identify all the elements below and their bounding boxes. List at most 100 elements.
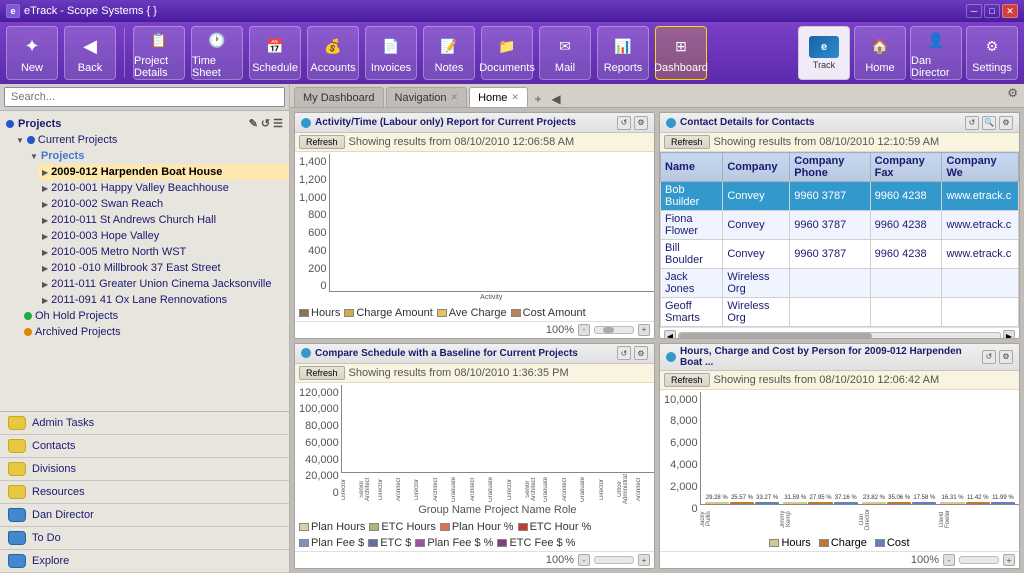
contact-table-body: Bob BuilderConvey9960 37879960 4238www.e…: [661, 182, 1019, 327]
invoices-button[interactable]: 📄 Invoices: [365, 26, 417, 80]
activity-settings-icon[interactable]: ⚙: [634, 116, 648, 130]
p2-arrow: ▶: [42, 200, 48, 209]
tab-my-dashboard[interactable]: My Dashboard: [294, 87, 384, 107]
project-item-0[interactable]: ▶ 2009-012 Harpenden Boat House: [38, 164, 289, 180]
project-item-label-1: 2010-001 Happy Valley Beachhouse: [51, 182, 229, 194]
contact-scroll-track[interactable]: [678, 332, 1001, 338]
project-item-1[interactable]: ▶ 2010-001 Happy Valley Beachhouse: [38, 180, 289, 196]
hours-zoom-out[interactable]: -: [943, 554, 955, 566]
contact-settings-icon[interactable]: ⚙: [999, 116, 1013, 130]
notes-button[interactable]: 📝 Notes: [423, 26, 475, 80]
project-item-2[interactable]: ▶ 2010-002 Swan Reach: [38, 196, 289, 212]
archived-item[interactable]: Archived Projects: [12, 324, 289, 340]
time-sheet-button[interactable]: 🕐 Time Sheet: [191, 26, 243, 80]
mail-button[interactable]: ✉ Mail: [539, 26, 591, 80]
to-do-nav[interactable]: To Do: [0, 527, 289, 550]
projects-sublabel-item[interactable]: ▼ Projects: [26, 148, 289, 164]
minimize-button[interactable]: ─: [966, 4, 982, 18]
track-button[interactable]: e Track: [798, 26, 850, 80]
project-item-5[interactable]: ▶ 2010-005 Metro North WST: [38, 244, 289, 260]
compare-title: Compare Schedule with a Baseline for Cur…: [315, 348, 613, 359]
tab-add-button[interactable]: +: [530, 91, 546, 107]
hours-x-labels: Jacky PullinJimmy KempDan DirectorDavid …: [700, 505, 1019, 533]
contacts-nav[interactable]: Contacts: [0, 435, 289, 458]
activity-refresh-btn[interactable]: Refresh: [299, 135, 345, 149]
window-controls: ─ □ ✕: [966, 4, 1018, 18]
divisions-nav[interactable]: Divisions: [0, 458, 289, 481]
hours-charge-header: Hours, Charge and Cost by Person for 200…: [660, 344, 1019, 371]
tab-navigation[interactable]: Navigation ✕: [386, 87, 468, 107]
activity-scroll-track[interactable]: [594, 326, 634, 334]
left-panel: Projects ✎ ↺ ☰ ▼ Current Projects ▼ Proj…: [0, 84, 290, 573]
compare-zoom-in[interactable]: +: [638, 554, 650, 566]
contact-refresh-icon[interactable]: ↺: [965, 116, 979, 130]
oh-hold-item[interactable]: Oh Hold Projects: [12, 308, 289, 324]
table-row[interactable]: Jack JonesWireless Org: [661, 269, 1019, 298]
compare-scroll-track[interactable]: [594, 556, 634, 564]
table-row[interactable]: Bob BuilderConvey9960 37879960 4238www.e…: [661, 182, 1019, 211]
dashboard-gear-icon[interactable]: ⚙: [1007, 86, 1018, 100]
table-row[interactable]: Bill BoulderConvey9960 37879960 4238www.…: [661, 240, 1019, 269]
hours-legend-label-hours: Hours: [781, 537, 810, 549]
hours-scroll-track[interactable]: [959, 556, 999, 564]
dan-director-toolbar-button[interactable]: 👤 Dan Director: [910, 26, 962, 80]
compare-settings-icon[interactable]: ⚙: [634, 346, 648, 360]
refresh-icon[interactable]: ↺: [261, 117, 270, 130]
project-item-4[interactable]: ▶ 2010-003 Hope Valley: [38, 228, 289, 244]
project-details-button[interactable]: 📋 Project Details: [133, 26, 185, 80]
activity-controls: ↺ ⚙: [617, 116, 648, 130]
add-icon[interactable]: ✎: [249, 117, 258, 130]
config-icon[interactable]: ☰: [273, 117, 283, 130]
tab-navigation-close[interactable]: ✕: [451, 92, 459, 103]
hours-body: 10,000 8,000 6,000 4,000 2,000 0 29.28 %…: [660, 390, 1019, 569]
tab-home[interactable]: Home ✕: [469, 87, 528, 107]
project-item-3[interactable]: ▶ 2010-011 St Andrews Church Hall: [38, 212, 289, 228]
dashboard-button[interactable]: ⊞ Dashboard: [655, 26, 707, 80]
project-item-7[interactable]: ▶ 2011-011 Greater Union Cinema Jacksonv…: [38, 276, 289, 292]
contact-search-icon[interactable]: 🔍: [982, 116, 996, 130]
dan-director-nav-label: Dan Director: [32, 509, 94, 521]
contact-refresh-btn[interactable]: Refresh: [664, 135, 710, 149]
contact-scroll-right[interactable]: ▶: [1003, 330, 1015, 338]
compare-refresh-icon[interactable]: ↺: [617, 346, 631, 360]
settings-button[interactable]: ⚙ Settings: [966, 26, 1018, 80]
schedule-button[interactable]: 📅 Schedule: [249, 26, 301, 80]
project-item-8[interactable]: ▶ 2011-091 41 Ox Lane Rennovations: [38, 292, 289, 308]
dan-director-nav[interactable]: Dan Director: [0, 504, 289, 527]
activity-zoom-in[interactable]: +: [638, 324, 650, 336]
compare-legend-item: ETC Fee $ %: [497, 537, 575, 549]
close-button[interactable]: ✕: [1002, 4, 1018, 18]
explore-nav[interactable]: Explore: [0, 550, 289, 573]
new-button[interactable]: ✦ New: [6, 26, 58, 80]
resources-nav[interactable]: Resources: [0, 481, 289, 504]
back-button[interactable]: ◀ Back: [64, 26, 116, 80]
compare-refresh-btn[interactable]: Refresh: [299, 366, 345, 380]
contact-details-widget: Contact Details for Contacts ↺ 🔍 ⚙ Refre…: [659, 112, 1020, 339]
maximize-button[interactable]: □: [984, 4, 1000, 18]
hours-refresh-btn[interactable]: Refresh: [664, 373, 710, 387]
compare-x-axis-label: Group Name Project Name Role: [341, 504, 654, 516]
compare-zoom-out[interactable]: -: [578, 554, 590, 566]
table-row[interactable]: Geoff SmartsWireless Org: [661, 298, 1019, 327]
hours-settings-icon[interactable]: ⚙: [999, 350, 1013, 364]
tab-nav-back[interactable]: ◀: [548, 91, 564, 107]
reports-button[interactable]: 📊 Reports: [597, 26, 649, 80]
activity-zoom: 100%: [546, 324, 574, 336]
hours-legend-cost: Cost: [875, 537, 910, 549]
accounts-button[interactable]: 💰 Accounts: [307, 26, 359, 80]
search-input[interactable]: [4, 87, 285, 107]
main-layout: Projects ✎ ↺ ☰ ▼ Current Projects ▼ Proj…: [0, 84, 1024, 573]
current-projects-item[interactable]: ▼ Current Projects: [12, 132, 289, 148]
documents-label: Documents: [479, 62, 535, 74]
hours-zoom-in[interactable]: +: [1003, 554, 1015, 566]
hours-refresh-icon[interactable]: ↺: [982, 350, 996, 364]
project-item-6[interactable]: ▶ 2010 -010 Millbrook 37 East Street: [38, 260, 289, 276]
table-row[interactable]: Fiona FlowerConvey9960 37879960 4238www.…: [661, 211, 1019, 240]
contact-scroll-left[interactable]: ◀: [664, 330, 676, 338]
home-button[interactable]: 🏠 Home: [854, 26, 906, 80]
tab-home-close[interactable]: ✕: [511, 92, 519, 103]
activity-zoom-out[interactable]: -: [578, 324, 590, 336]
documents-button[interactable]: 📁 Documents: [481, 26, 533, 80]
activity-refresh-icon[interactable]: ↺: [617, 116, 631, 130]
admin-tasks-nav[interactable]: Admin Tasks: [0, 412, 289, 435]
